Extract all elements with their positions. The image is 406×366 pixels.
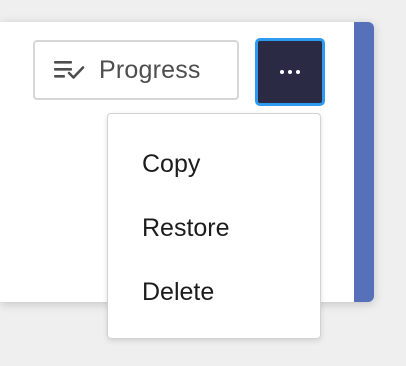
screen: Progress Copy Restore Delete <box>0 0 406 366</box>
menu-item-delete[interactable]: Delete <box>108 260 320 324</box>
more-horizontal-icon <box>280 70 300 74</box>
card-accent-bar <box>354 22 374 302</box>
more-options-menu: Copy Restore Delete <box>107 113 321 339</box>
progress-button-label: Progress <box>99 55 201 84</box>
progress-button[interactable]: Progress <box>33 40 239 100</box>
list-check-icon <box>53 59 85 81</box>
menu-item-copy[interactable]: Copy <box>108 132 320 196</box>
menu-item-restore[interactable]: Restore <box>108 196 320 260</box>
more-options-button[interactable] <box>255 38 325 106</box>
